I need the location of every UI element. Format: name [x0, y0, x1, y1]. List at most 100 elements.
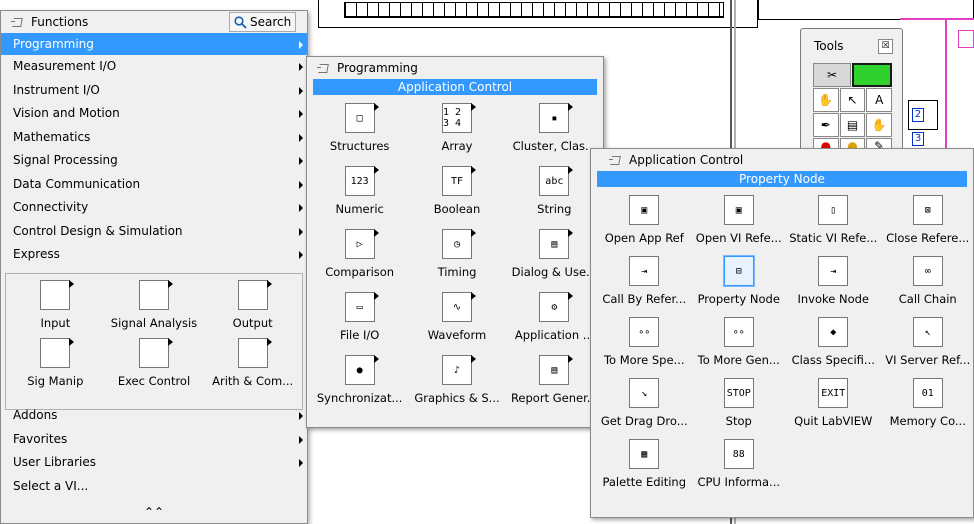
appcontrol-item-get-drag-dro[interactable]: ↘ Get Drag Dro... — [597, 378, 692, 428]
input-icon — [40, 280, 75, 310]
auto-tool-icon[interactable]: ✂ — [813, 63, 851, 87]
programming-item-comparison[interactable]: ▷ Comparison — [311, 229, 408, 279]
programming-item-report-gener[interactable]: ▤ Report Gener... — [506, 355, 603, 405]
submenu-arrow-icon — [299, 157, 303, 165]
scroll-up-icon[interactable]: ⌃⌃ — [1, 505, 307, 519]
programming-item-application[interactable]: ⚙ Application ... — [506, 292, 603, 342]
programming-item-file-i-o[interactable]: ▭ File I/O — [311, 292, 408, 342]
programming-item-synchronizat[interactable]: ● Synchronizat... — [311, 355, 408, 405]
wire-tool-icon[interactable]: ✒ — [813, 113, 839, 137]
shortcut-menu-tool-icon[interactable]: ▤ — [839, 113, 866, 137]
arith-icon — [237, 338, 272, 368]
appcontrol-item-call-by-refer[interactable]: ⇥ Call By Refer... — [597, 256, 692, 306]
menu-item-label: Measurement I/O — [13, 59, 117, 73]
menu-item-favorites[interactable]: Favorites — [1, 428, 307, 452]
subpalette-arrow-icon — [470, 166, 476, 174]
appcontrol-item-palette-editing[interactable]: ▦ Palette Editing — [597, 439, 692, 489]
menu-item-control-design-simulation[interactable]: Control Design & Simulation — [1, 220, 307, 244]
appcontrol-item-invoke-node[interactable]: ⇥ Invoke Node — [786, 256, 881, 306]
waveform-icon: ∿ — [441, 292, 476, 322]
comparison-icon: ▷ — [344, 229, 379, 259]
text-tool-icon[interactable]: A — [866, 88, 893, 112]
menu-item-data-communication[interactable]: Data Communication — [1, 173, 307, 197]
menu-item-vision-and-motion[interactable]: Vision and Motion — [1, 102, 307, 126]
palette-item-label: Memory Co... — [889, 414, 966, 428]
quit-labview-icon: EXIT — [818, 378, 849, 408]
menu-item-label: Select a VI... — [13, 478, 89, 493]
menu-item-measurement-i-o[interactable]: Measurement I/O — [1, 55, 307, 79]
icon-glyph: ∘∘ — [638, 326, 651, 338]
programming-item-waveform[interactable]: ∿ Waveform — [408, 292, 505, 342]
menu-item-signal-processing[interactable]: Signal Processing — [1, 149, 307, 173]
menu-item-user-libraries[interactable]: User Libraries — [1, 451, 307, 475]
diagram-constant: 3 — [912, 132, 924, 146]
appcontrol-item-static-vi-refe[interactable]: ▯ Static VI Refe... — [786, 195, 881, 245]
appcontrol-item-quit-labview[interactable]: EXIT Quit LabVIEW — [786, 378, 881, 428]
appcontrol-item-to-more-spe[interactable]: ∘∘ To More Spe... — [597, 317, 692, 367]
pin-icon[interactable] — [317, 63, 331, 73]
express-item-input[interactable]: Input — [6, 280, 105, 330]
pin-icon[interactable] — [11, 17, 25, 27]
programming-item-array[interactable]: 1 2 3 4 Array — [408, 103, 505, 153]
close-icon[interactable]: ☒ — [878, 39, 893, 54]
express-item-exec-control[interactable]: Exec Control — [105, 338, 204, 388]
appcontrol-item-close-refere[interactable]: ⊠ Close Refere... — [881, 195, 974, 245]
pin-icon[interactable] — [609, 155, 623, 165]
output-icon — [237, 280, 272, 310]
appcontrol-item-cpu-informa[interactable]: 88 CPU Informa... — [692, 439, 787, 489]
synchronizat-icon: ● — [344, 355, 379, 385]
menu-item-addons[interactable]: Addons — [1, 404, 307, 428]
appcontrol-item-to-more-gen[interactable]: ∘∘ To More Gen... — [692, 317, 787, 367]
icon-glyph: ▦ — [641, 448, 648, 460]
appcontrol-item-class-specifi[interactable]: ◆ Class Specifi... — [786, 317, 881, 367]
structures-icon: □ — [344, 103, 379, 133]
programming-item-numeric[interactable]: 123 Numeric — [311, 166, 408, 216]
position-tool-icon[interactable]: ↖ — [839, 88, 866, 112]
class-specifi-icon: ◆ — [818, 317, 849, 347]
memory-co-icon: 01 — [912, 378, 943, 408]
menu-item-instrument-i-o[interactable]: Instrument I/O — [1, 79, 307, 103]
call-chain-icon: ∞ — [912, 256, 943, 286]
icon-glyph: ∞ — [924, 265, 931, 277]
search-icon — [234, 15, 247, 29]
appcontrol-item-property-node[interactable]: ⊟ Property Node — [692, 255, 787, 306]
express-item-signal-analysis[interactable]: Signal Analysis — [105, 280, 204, 330]
express-item-output[interactable]: Output — [203, 280, 302, 330]
programming-item-graphics-s[interactable]: ♪ Graphics & S... — [408, 355, 505, 405]
auto-tool-led-icon[interactable]: ▬ — [852, 63, 892, 87]
tools-palette[interactable]: Tools ☒ ✂ ▬ ✋ ↖ A ✒ ▤ ✋ ● ● ✎ — [800, 28, 903, 154]
programming-item-structures[interactable]: □ Structures — [311, 103, 408, 153]
programming-item-boolean[interactable]: TF Boolean — [408, 166, 505, 216]
palette-item-label: Sig Manip — [27, 374, 84, 388]
menu-item-programming[interactable]: Programming — [1, 33, 307, 55]
appcontrol-item-call-chain[interactable]: ∞ Call Chain — [881, 256, 974, 306]
programming-item-cluster-clas[interactable]: ▪ Cluster, Clas... — [506, 103, 603, 153]
submenu-arrow-icon — [299, 63, 303, 71]
programming-item-string[interactable]: abc String — [506, 166, 603, 216]
operate-tool-icon[interactable]: ✋ — [813, 88, 839, 112]
menu-item-mathematics[interactable]: Mathematics — [1, 126, 307, 150]
appcontrol-item-memory-co[interactable]: 01 Memory Co... — [881, 378, 974, 428]
icon-glyph: ◷ — [453, 238, 460, 250]
icon-glyph: 123 — [350, 175, 369, 187]
subpalette-arrow-icon — [373, 166, 379, 174]
palette-item-label: Application ... — [514, 328, 594, 342]
subpalette-arrow-icon — [373, 355, 379, 363]
menu-item-connectivity[interactable]: Connectivity — [1, 196, 307, 220]
icon-glyph: TF — [450, 175, 463, 187]
menu-item-express[interactable]: Express — [1, 243, 307, 267]
array-icon: 1 2 3 4 — [441, 103, 476, 133]
scroll-tool-icon[interactable]: ✋ — [866, 113, 893, 137]
icon-glyph: ▤ — [551, 364, 558, 376]
programming-item-dialog-use[interactable]: ▤ Dialog & Use... — [506, 229, 603, 279]
express-item-sig-manip[interactable]: Sig Manip — [6, 338, 105, 388]
appcontrol-item-stop[interactable]: STOP Stop — [692, 378, 787, 428]
appcontrol-item-open-app-ref[interactable]: ▣ Open App Ref — [597, 195, 692, 245]
appcontrol-item-vi-server-ref[interactable]: ↖ VI Server Ref... — [881, 317, 974, 367]
programming-item-timing[interactable]: ◷ Timing — [408, 229, 505, 279]
search-button[interactable]: Search — [229, 12, 297, 32]
menu-item-select-a-vi[interactable]: Select a VI... — [1, 475, 307, 499]
express-item-arith-com[interactable]: Arith & Com... — [203, 338, 302, 388]
icon-glyph: abc — [545, 175, 564, 187]
appcontrol-item-open-vi-refe[interactable]: ▣ Open VI Refe... — [692, 195, 787, 245]
